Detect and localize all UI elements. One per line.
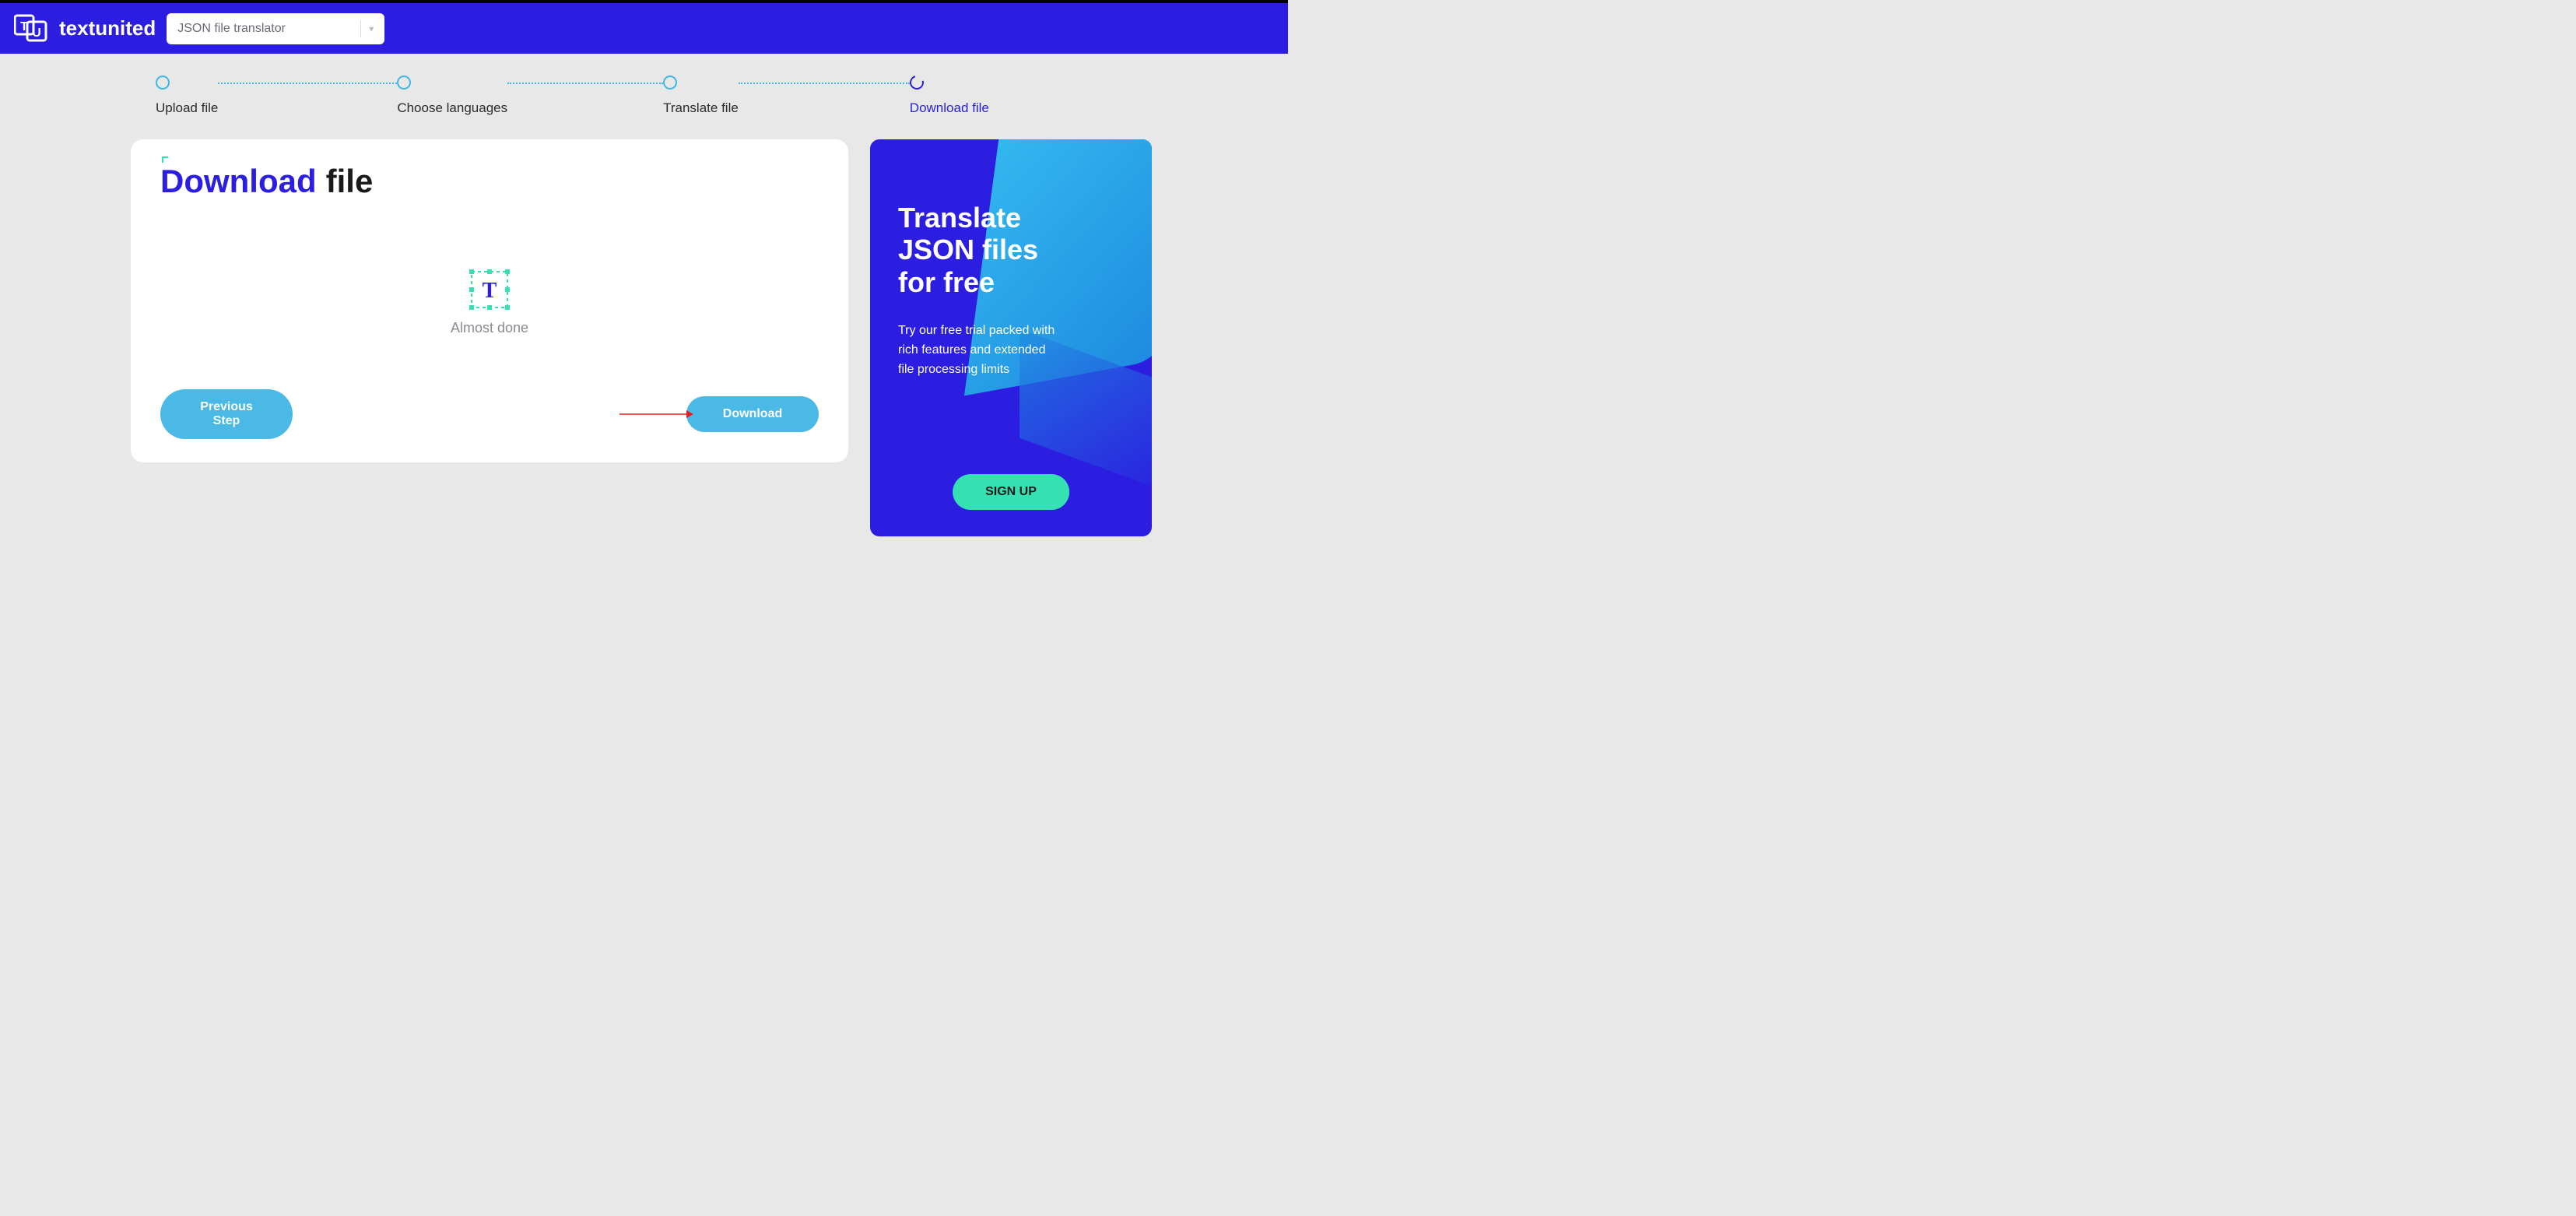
step-circle-icon xyxy=(397,76,411,90)
step-label: Download file xyxy=(910,100,989,116)
step-upload-file[interactable]: Upload file xyxy=(156,76,218,116)
promo-title: Translate JSON files for free xyxy=(898,202,1124,298)
signup-button[interactable]: SIGN UP xyxy=(953,474,1069,510)
button-row: Previous Step Download xyxy=(160,389,819,439)
step-translate-file[interactable]: Translate file xyxy=(663,76,739,116)
loading-status-text: Almost done xyxy=(451,320,528,336)
loading-block: T Almost done xyxy=(160,216,819,389)
step-download-file[interactable]: Download file xyxy=(910,76,989,116)
loading-icon: T xyxy=(469,269,511,311)
step-label: Upload file xyxy=(156,100,218,116)
brand-name: textunited xyxy=(59,16,156,40)
promo-card: Translate JSON files for free Try our fr… xyxy=(870,139,1152,536)
step-circle-spinner-icon xyxy=(907,73,927,93)
svg-text:T: T xyxy=(483,279,497,303)
step-connector xyxy=(507,83,663,84)
title-rest: file xyxy=(326,163,374,200)
app-header: T U textunited JSON file translator ▾ xyxy=(0,3,1288,54)
chevron-down-icon: ▾ xyxy=(369,23,374,34)
progress-stepper: Upload file Choose languages Translate f… xyxy=(0,54,1288,132)
title-accent: Download xyxy=(160,163,317,200)
brand-logo-icon: T U xyxy=(14,14,48,43)
previous-step-button[interactable]: Previous Step xyxy=(160,389,293,439)
step-label: Translate file xyxy=(663,100,739,116)
promo-subtitle: Try our free trial packed with rich feat… xyxy=(898,322,1062,379)
download-button[interactable]: Download xyxy=(686,396,819,432)
tool-selector-dropdown[interactable]: JSON file translator ▾ xyxy=(167,13,384,44)
step-circle-icon xyxy=(156,76,170,90)
step-connector xyxy=(739,83,910,84)
annotation-arrow-icon xyxy=(619,409,693,419)
svg-text:U: U xyxy=(32,26,41,40)
step-circle-icon xyxy=(663,76,677,90)
step-label: Choose languages xyxy=(397,100,507,116)
dropdown-divider xyxy=(360,20,361,37)
main-card: Download file T Almost done xyxy=(131,139,848,462)
step-choose-languages[interactable]: Choose languages xyxy=(397,76,507,116)
tool-selector-label: JSON file translator xyxy=(177,22,286,36)
step-connector xyxy=(218,83,397,84)
content-row: Download file T Almost done xyxy=(0,132,1288,536)
page-title: Download file xyxy=(160,163,819,200)
